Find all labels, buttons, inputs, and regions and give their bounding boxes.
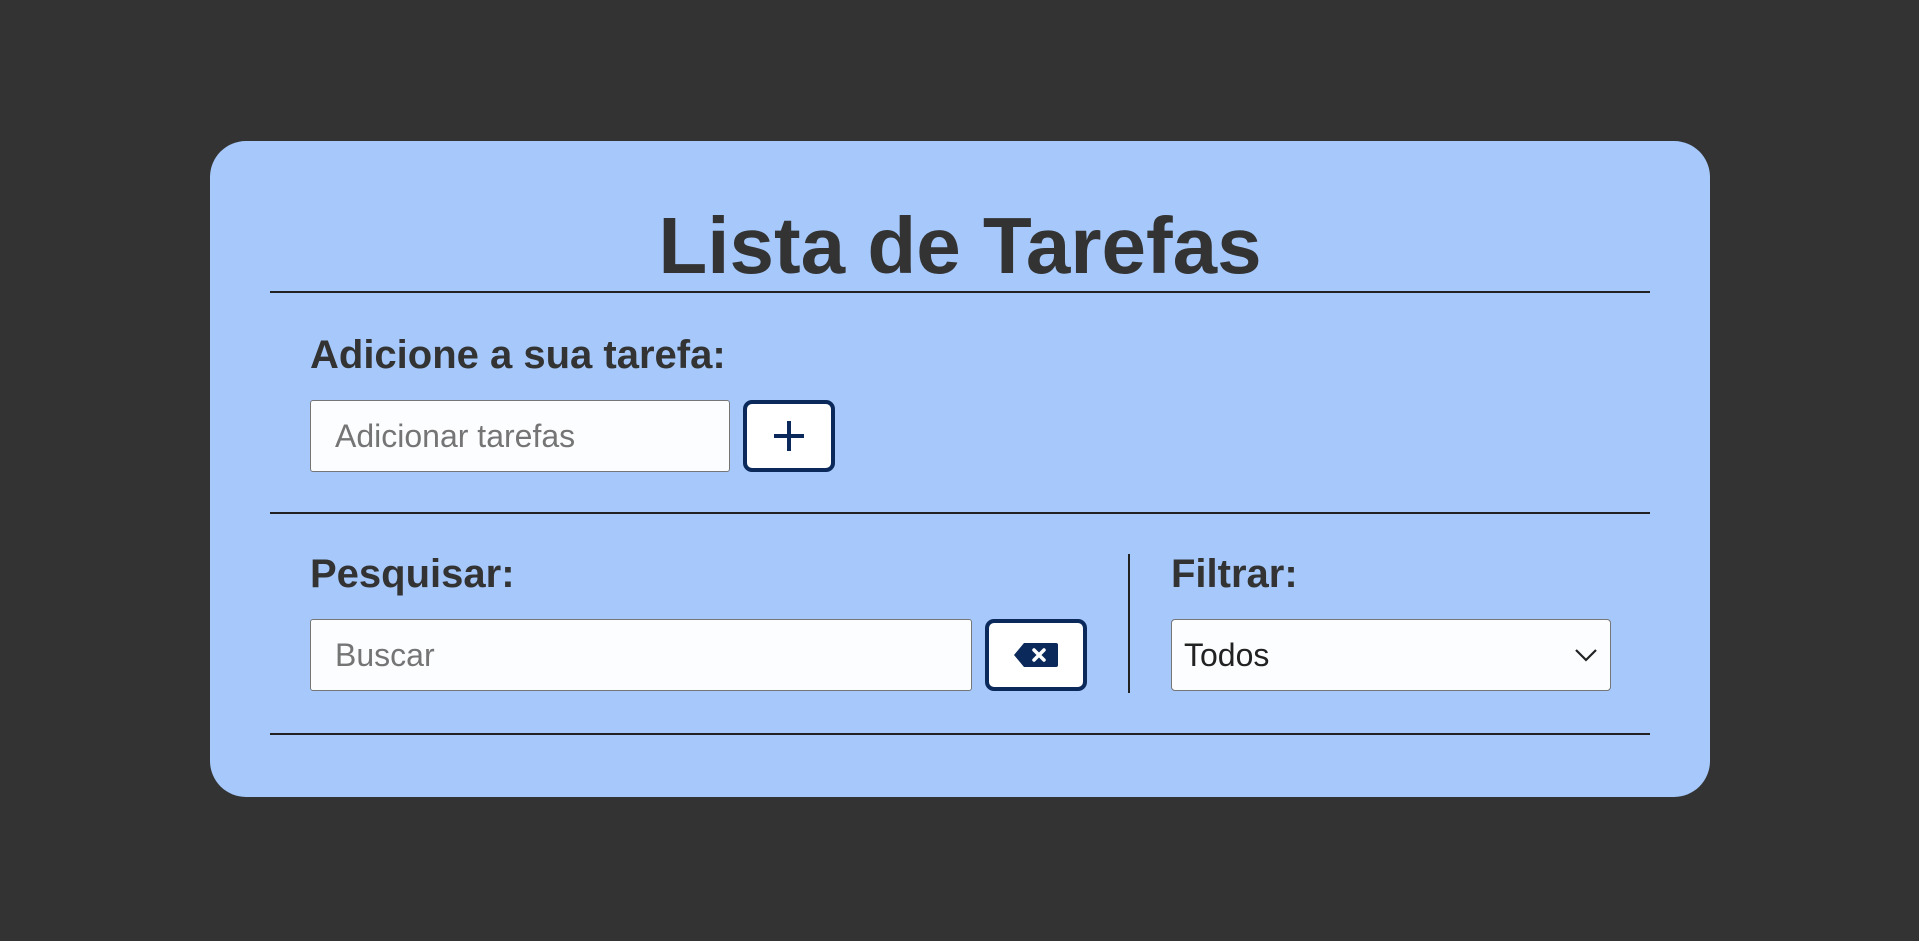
todo-card: Lista de Tarefas Adicione a sua tarefa: … bbox=[210, 141, 1710, 797]
add-task-button[interactable] bbox=[743, 400, 835, 472]
add-task-label: Adicione a sua tarefa: bbox=[310, 333, 726, 377]
add-task-row bbox=[310, 400, 1610, 472]
page-title: Lista de Tarefas bbox=[270, 141, 1650, 293]
backspace-icon bbox=[1014, 643, 1058, 667]
search-row bbox=[310, 619, 1128, 691]
search-input[interactable] bbox=[310, 619, 972, 691]
clear-search-button[interactable] bbox=[985, 619, 1087, 691]
search-column: Pesquisar: bbox=[270, 554, 1130, 693]
filter-row: Todos bbox=[1171, 619, 1611, 691]
chevron-down-icon bbox=[1575, 649, 1597, 662]
filter-column: Filtrar: Todos bbox=[1130, 554, 1611, 733]
add-task-input[interactable] bbox=[310, 400, 730, 472]
search-label: Pesquisar: bbox=[310, 552, 515, 596]
filter-select[interactable]: Todos bbox=[1171, 619, 1611, 691]
add-task-section: Adicione a sua tarefa: bbox=[270, 293, 1650, 514]
filter-selected-value: Todos bbox=[1184, 636, 1270, 673]
plus-icon bbox=[774, 421, 804, 451]
search-filter-section: Pesquisar: Filtrar: Todos bbox=[270, 514, 1650, 735]
filter-label: Filtrar: bbox=[1171, 552, 1298, 596]
